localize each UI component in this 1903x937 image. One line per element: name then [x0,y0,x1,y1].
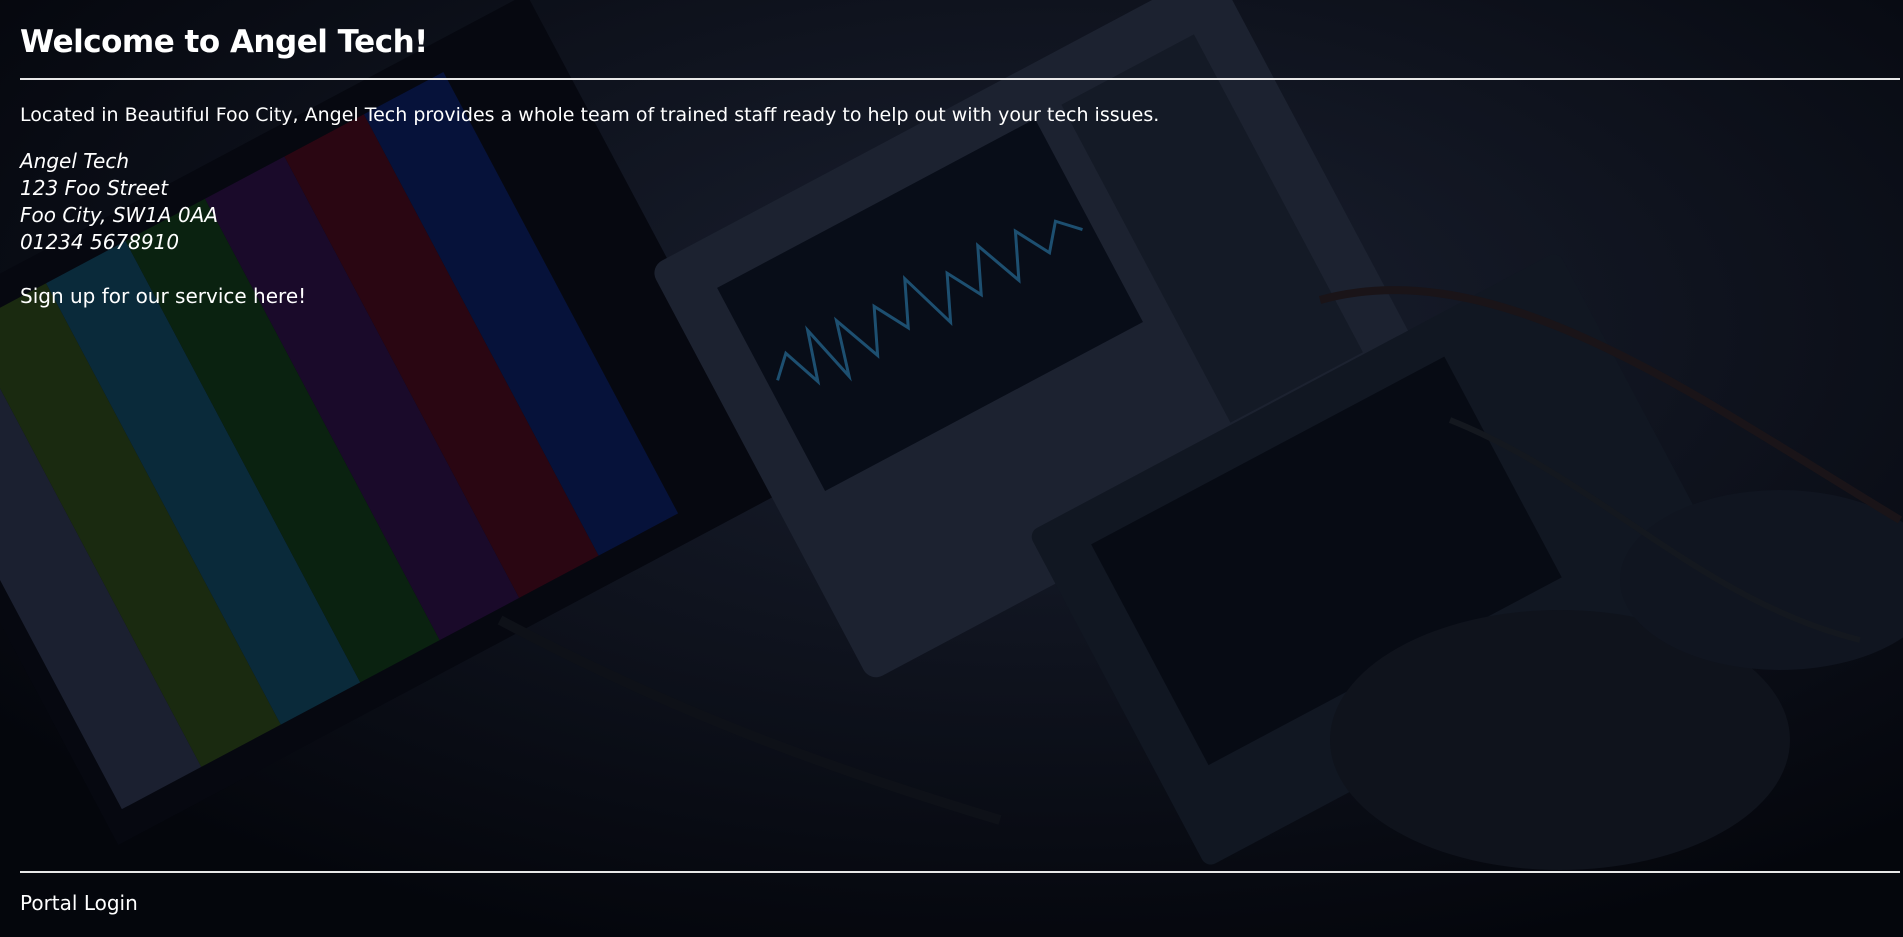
contact-address: Angel Tech 123 Foo Street Foo City, SW1A… [20,148,218,256]
street-address: 123 Foo Street [20,176,169,200]
phone-number: 01234 5678910 [20,230,180,254]
header-divider [20,78,1900,80]
footer-divider [20,871,1900,873]
portal-login-link[interactable]: Portal Login [20,890,138,917]
signup-link[interactable]: Sign up for our service here! [20,283,306,310]
company-name: Angel Tech [20,149,129,173]
page-content: Welcome to Angel Tech! Located in Beauti… [20,0,1900,937]
intro-text: Located in Beautiful Foo City, Angel Tec… [20,104,1160,126]
page-title: Welcome to Angel Tech! [20,24,428,60]
city-postcode: Foo City, SW1A 0AA [20,203,219,227]
